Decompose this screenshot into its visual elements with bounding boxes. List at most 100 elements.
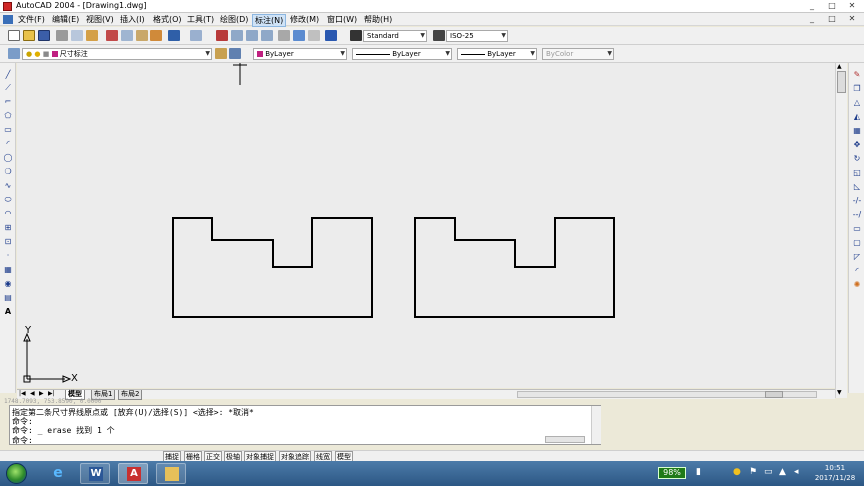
doc-restore-button[interactable]: □ bbox=[826, 14, 838, 24]
paste-icon[interactable] bbox=[136, 30, 148, 41]
trim-icon[interactable]: -/- bbox=[852, 196, 862, 206]
dim-style-select[interactable]: ISO-25 ▼ bbox=[446, 30, 508, 42]
print-icon[interactable] bbox=[56, 30, 68, 41]
insert-block-icon[interactable]: ⊞ bbox=[3, 223, 13, 233]
match-properties-icon[interactable] bbox=[150, 30, 162, 41]
tray-app-icon[interactable]: ● bbox=[733, 467, 741, 477]
cut-icon[interactable] bbox=[106, 30, 118, 41]
copy-icon[interactable]: ❐ bbox=[852, 84, 862, 94]
tab-last-icon[interactable]: ▶| bbox=[48, 390, 55, 397]
extend-icon[interactable]: --/ bbox=[852, 210, 862, 220]
linetype-select[interactable]: ByLayer ▼ bbox=[352, 48, 452, 60]
text-style-select[interactable]: Standard ▼ bbox=[363, 30, 427, 42]
publish-icon[interactable] bbox=[86, 30, 98, 41]
doc-minimize-button[interactable]: _ bbox=[806, 14, 818, 24]
redo-icon[interactable] bbox=[190, 30, 202, 41]
spline-icon[interactable]: ∿ bbox=[3, 181, 13, 191]
drawing-canvas[interactable]: Y X bbox=[17, 63, 835, 388]
zoom-window-icon[interactable] bbox=[246, 30, 258, 41]
menu-insert[interactable]: 插入(I) bbox=[118, 14, 147, 25]
menu-dimension[interactable]: 标注(N) bbox=[252, 14, 287, 27]
explode-icon[interactable]: ✺ bbox=[852, 280, 862, 290]
document-icon[interactable] bbox=[3, 15, 13, 24]
command-hscroll[interactable] bbox=[545, 436, 585, 443]
ie-taskbar-button[interactable]: e bbox=[43, 463, 73, 484]
scroll-down-icon[interactable]: ▼ bbox=[837, 389, 842, 396]
ellipse-arc-icon[interactable]: ◠ bbox=[3, 209, 13, 219]
word-taskbar-button[interactable]: W bbox=[80, 463, 110, 484]
menu-help[interactable]: 帮助(H) bbox=[362, 14, 394, 25]
tab-next-icon[interactable]: ▶ bbox=[39, 390, 44, 397]
tab-first-icon[interactable]: |◀ bbox=[19, 390, 26, 397]
menu-modify[interactable]: 修改(M) bbox=[288, 14, 321, 25]
command-window[interactable]: 指定第二条尺寸界线原点或 [放弃(U)/选择(S)] <选择>: *取消* 命令… bbox=[9, 405, 601, 445]
autocad-taskbar-button[interactable]: A bbox=[118, 463, 148, 484]
lineweight-select[interactable]: ByLayer ▼ bbox=[457, 48, 537, 60]
command-prompt[interactable]: 命令: bbox=[12, 435, 33, 446]
zoom-previous-icon[interactable] bbox=[261, 30, 273, 41]
design-center-icon[interactable] bbox=[293, 30, 305, 41]
explorer-taskbar-button[interactable] bbox=[156, 463, 186, 484]
copy-clip-icon[interactable] bbox=[121, 30, 133, 41]
tab-layout2[interactable]: 布局2 bbox=[118, 390, 143, 400]
vertical-scroll-thumb[interactable] bbox=[837, 71, 846, 93]
hatch-icon[interactable]: ▦ bbox=[3, 265, 13, 275]
mtext-icon[interactable]: A bbox=[3, 307, 13, 317]
move-icon[interactable]: ✥ bbox=[852, 140, 862, 150]
layer-manager-icon[interactable] bbox=[8, 48, 20, 59]
battery-indicator[interactable]: 98% bbox=[658, 467, 686, 479]
vertical-scrollbar[interactable]: ▲ ▼ bbox=[835, 63, 847, 398]
doc-close-button[interactable]: ✕ bbox=[846, 14, 858, 24]
circle-icon[interactable]: ◯ bbox=[3, 153, 13, 163]
pan-icon[interactable] bbox=[216, 30, 228, 41]
menu-file[interactable]: 文件(F) bbox=[16, 14, 47, 25]
polyline-icon[interactable]: ⌐ bbox=[3, 97, 13, 107]
network-icon[interactable]: ▲ bbox=[779, 467, 786, 477]
line-icon[interactable]: ╱ bbox=[3, 70, 13, 80]
undo-icon[interactable] bbox=[168, 30, 180, 41]
chamfer-icon[interactable]: ◸ bbox=[852, 252, 862, 262]
help-icon[interactable] bbox=[325, 30, 337, 41]
menu-format[interactable]: 格式(O) bbox=[151, 14, 184, 25]
horizontal-scroll-thumb[interactable] bbox=[765, 391, 783, 398]
scale-icon[interactable]: ◱ bbox=[852, 168, 862, 178]
ellipse-icon[interactable]: ⬭ bbox=[3, 195, 13, 205]
close-button[interactable]: ✕ bbox=[846, 1, 858, 11]
menu-edit[interactable]: 编辑(E) bbox=[50, 14, 81, 25]
tool-palette-icon[interactable] bbox=[308, 30, 320, 41]
layer-select[interactable]: ● ● ■ 尺寸标注 ▼ bbox=[22, 48, 212, 60]
minimize-button[interactable]: _ bbox=[806, 1, 818, 11]
point-icon[interactable]: · bbox=[3, 251, 13, 261]
menu-tools[interactable]: 工具(T) bbox=[185, 14, 216, 25]
make-layer-current-icon[interactable] bbox=[215, 48, 227, 59]
offset-icon[interactable]: ◭ bbox=[852, 112, 862, 122]
command-scrollbar[interactable] bbox=[591, 406, 601, 444]
power-plug-icon[interactable]: ▮ bbox=[696, 467, 701, 477]
table-icon[interactable]: ▤ bbox=[3, 293, 13, 303]
rotate-icon[interactable]: ↻ bbox=[852, 154, 862, 164]
new-icon[interactable] bbox=[8, 30, 20, 41]
volume-icon[interactable]: ◂ bbox=[794, 467, 799, 477]
array-icon[interactable]: ▦ bbox=[852, 126, 862, 136]
join-icon[interactable]: ▢ bbox=[852, 238, 862, 248]
clock[interactable]: 10:51 2017/11/28 bbox=[808, 463, 862, 484]
construction-line-icon[interactable]: ⟋ bbox=[3, 83, 13, 93]
display-icon[interactable]: ▭ bbox=[764, 467, 773, 477]
scroll-up-icon[interactable]: ▲ bbox=[837, 63, 842, 70]
tab-prev-icon[interactable]: ◀ bbox=[30, 390, 35, 397]
make-block-icon[interactable]: ⊡ bbox=[3, 237, 13, 247]
save-icon[interactable] bbox=[38, 30, 50, 41]
menu-view[interactable]: 视图(V) bbox=[84, 14, 116, 25]
flag-icon[interactable]: ⚑ bbox=[749, 467, 757, 477]
revision-cloud-icon[interactable]: ❍ bbox=[3, 167, 13, 177]
polygon-icon[interactable]: ⬠ bbox=[3, 111, 13, 121]
stretch-icon[interactable]: ◺ bbox=[852, 182, 862, 192]
break-icon[interactable]: ▭ bbox=[852, 224, 862, 234]
arc-icon[interactable]: ◜ bbox=[3, 139, 13, 149]
menu-window[interactable]: 窗口(W) bbox=[325, 14, 359, 25]
start-button[interactable] bbox=[6, 463, 27, 484]
properties-icon[interactable] bbox=[278, 30, 290, 41]
erase-icon[interactable]: ✎ bbox=[852, 70, 862, 80]
color-select[interactable]: ByLayer ▼ bbox=[253, 48, 347, 60]
preview-icon[interactable] bbox=[71, 30, 83, 41]
